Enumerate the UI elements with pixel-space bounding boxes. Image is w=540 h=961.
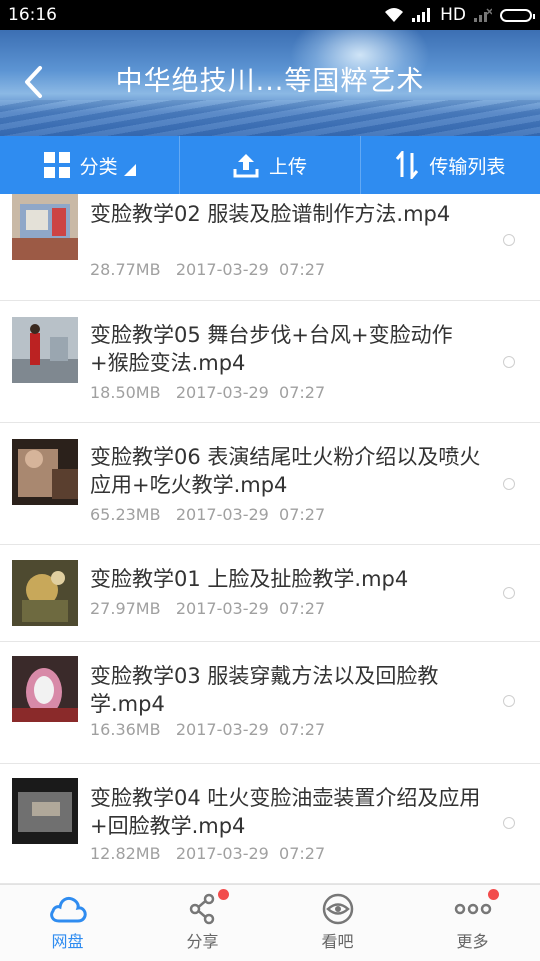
video-thumbnail <box>12 656 78 722</box>
nav-label: 看吧 <box>321 932 354 951</box>
file-meta: 27.97MB 2017-03-29 07:27 <box>90 599 325 618</box>
file-row[interactable]: 变脸教学06 表演结尾吐火粉介绍以及喷火应用+吃火教学.mp4 65.23MB … <box>0 423 540 545</box>
file-meta: 18.50MB 2017-03-29 07:27 <box>90 383 325 402</box>
nav-item-netdisk[interactable]: 网盘 <box>0 885 135 961</box>
file-row[interactable]: 变脸教学05 舞台步伐+台风+变脸动作+猴脸变法.mp4 18.50MB 201… <box>0 301 540 423</box>
signal-off-icon <box>474 8 492 22</box>
file-name: 变脸教学02 服装及脸谱制作方法.mp4 <box>90 202 451 226</box>
file-date: 2017-03-29 <box>175 599 269 618</box>
file-meta: 65.23MB 2017-03-29 07:27 <box>90 505 325 524</box>
more-dots-icon <box>454 903 491 915</box>
wifi-icon <box>385 8 404 22</box>
category-button[interactable]: 分类 <box>0 136 179 194</box>
transfer-list-label: 传输列表 <box>429 155 506 178</box>
video-thumbnail <box>12 560 78 626</box>
header: 中华绝技川...等国粹艺术 <box>0 30 540 136</box>
file-date: 2017-03-29 <box>175 720 269 739</box>
file-size: 28.77MB <box>90 260 161 279</box>
file-name: 变脸教学05 舞台步伐+台风+变脸动作+猴脸变法.mp4 <box>90 323 453 375</box>
video-thumbnail <box>12 778 78 844</box>
transfer-arrows-icon <box>396 151 419 179</box>
file-size: 65.23MB <box>90 505 161 524</box>
status-time: 16:16 <box>8 5 57 25</box>
page-title: 中华绝技川...等国粹艺术 <box>115 66 425 97</box>
back-button[interactable] <box>20 64 50 100</box>
nav-item-more[interactable]: 更多 <box>405 885 540 961</box>
upload-icon <box>233 154 259 178</box>
transfer-list-button[interactable]: 传输列表 <box>359 136 540 194</box>
file-row[interactable]: 变脸教学03 服装穿戴方法以及回脸教学.mp4 16.36MB 2017-03-… <box>0 642 540 764</box>
select-radio[interactable] <box>503 817 515 829</box>
select-radio[interactable] <box>503 234 515 246</box>
file-time: 07:27 <box>279 260 326 279</box>
nav-item-watch[interactable]: 看吧 <box>270 885 405 961</box>
upload-button[interactable]: 上传 <box>179 136 359 194</box>
select-radio[interactable] <box>503 587 515 599</box>
signal-icon <box>412 8 431 22</box>
file-date: 2017-03-29 <box>175 844 269 863</box>
upload-label: 上传 <box>268 155 307 178</box>
category-label: 分类 <box>79 155 118 178</box>
file-date: 2017-03-29 <box>175 260 269 279</box>
file-size: 27.97MB <box>90 599 161 618</box>
file-time: 07:27 <box>279 505 326 524</box>
file-meta: 12.82MB 2017-03-29 07:27 <box>90 844 325 863</box>
video-thumbnail <box>12 439 78 505</box>
share-icon <box>189 893 214 925</box>
file-time: 07:27 <box>279 383 326 402</box>
status-icons: HD <box>384 5 535 25</box>
video-thumbnail <box>12 194 78 260</box>
file-row[interactable]: 变脸教学04 吐火变脸油壶装置介绍及应用+回脸教学.mp4 12.82MB 20… <box>0 764 540 884</box>
file-name: 变脸教学04 吐火变脸油壶装置介绍及应用+回脸教学.mp4 <box>90 786 481 838</box>
network-type: HD <box>440 5 466 25</box>
file-date: 2017-03-29 <box>175 505 269 524</box>
nav-label: 更多 <box>456 932 489 951</box>
grid-icon <box>43 152 70 178</box>
video-thumbnail <box>12 317 78 383</box>
toolbar: 分类 上传 传输列表 <box>0 136 540 194</box>
nav-item-share[interactable]: 分享 <box>135 885 270 961</box>
nav-label: 分享 <box>186 932 219 951</box>
file-meta: 28.77MB 2017-03-29 07:27 <box>90 260 325 279</box>
eye-icon <box>322 893 353 925</box>
notification-badge <box>488 889 499 900</box>
file-size: 16.36MB <box>90 720 161 739</box>
bottom-nav: 网盘 分享 看吧 更多 <box>0 884 540 961</box>
file-list: 变脸教学02 服装及脸谱制作方法.mp4 28.77MB 2017-03-29 … <box>0 194 540 884</box>
file-size: 12.82MB <box>90 844 161 863</box>
chevron-left-icon <box>25 66 42 98</box>
select-radio[interactable] <box>503 356 515 368</box>
file-name: 变脸教学03 服装穿戴方法以及回脸教学.mp4 <box>90 664 439 716</box>
file-row[interactable]: 变脸教学01 上脸及扯脸教学.mp4 27.97MB 2017-03-29 07… <box>0 545 540 642</box>
file-time: 07:27 <box>279 844 326 863</box>
notification-badge <box>218 889 229 900</box>
status-bar: 16:16 HD <box>0 0 540 30</box>
file-name: 变脸教学06 表演结尾吐火粉介绍以及喷火应用+吃火教学.mp4 <box>90 445 481 497</box>
select-radio[interactable] <box>503 478 515 490</box>
cloud-icon <box>49 896 87 923</box>
file-meta: 16.36MB 2017-03-29 07:27 <box>90 720 325 739</box>
select-radio[interactable] <box>503 695 515 707</box>
file-time: 07:27 <box>279 599 326 618</box>
file-name: 变脸教学01 上脸及扯脸教学.mp4 <box>90 567 409 591</box>
file-size: 18.50MB <box>90 383 161 402</box>
file-time: 07:27 <box>279 720 326 739</box>
battery-icon <box>500 8 535 22</box>
nav-label: 网盘 <box>51 932 84 951</box>
file-row[interactable]: 变脸教学02 服装及脸谱制作方法.mp4 28.77MB 2017-03-29 … <box>0 194 540 301</box>
dropdown-triangle-icon <box>123 164 136 176</box>
file-date: 2017-03-29 <box>175 383 269 402</box>
